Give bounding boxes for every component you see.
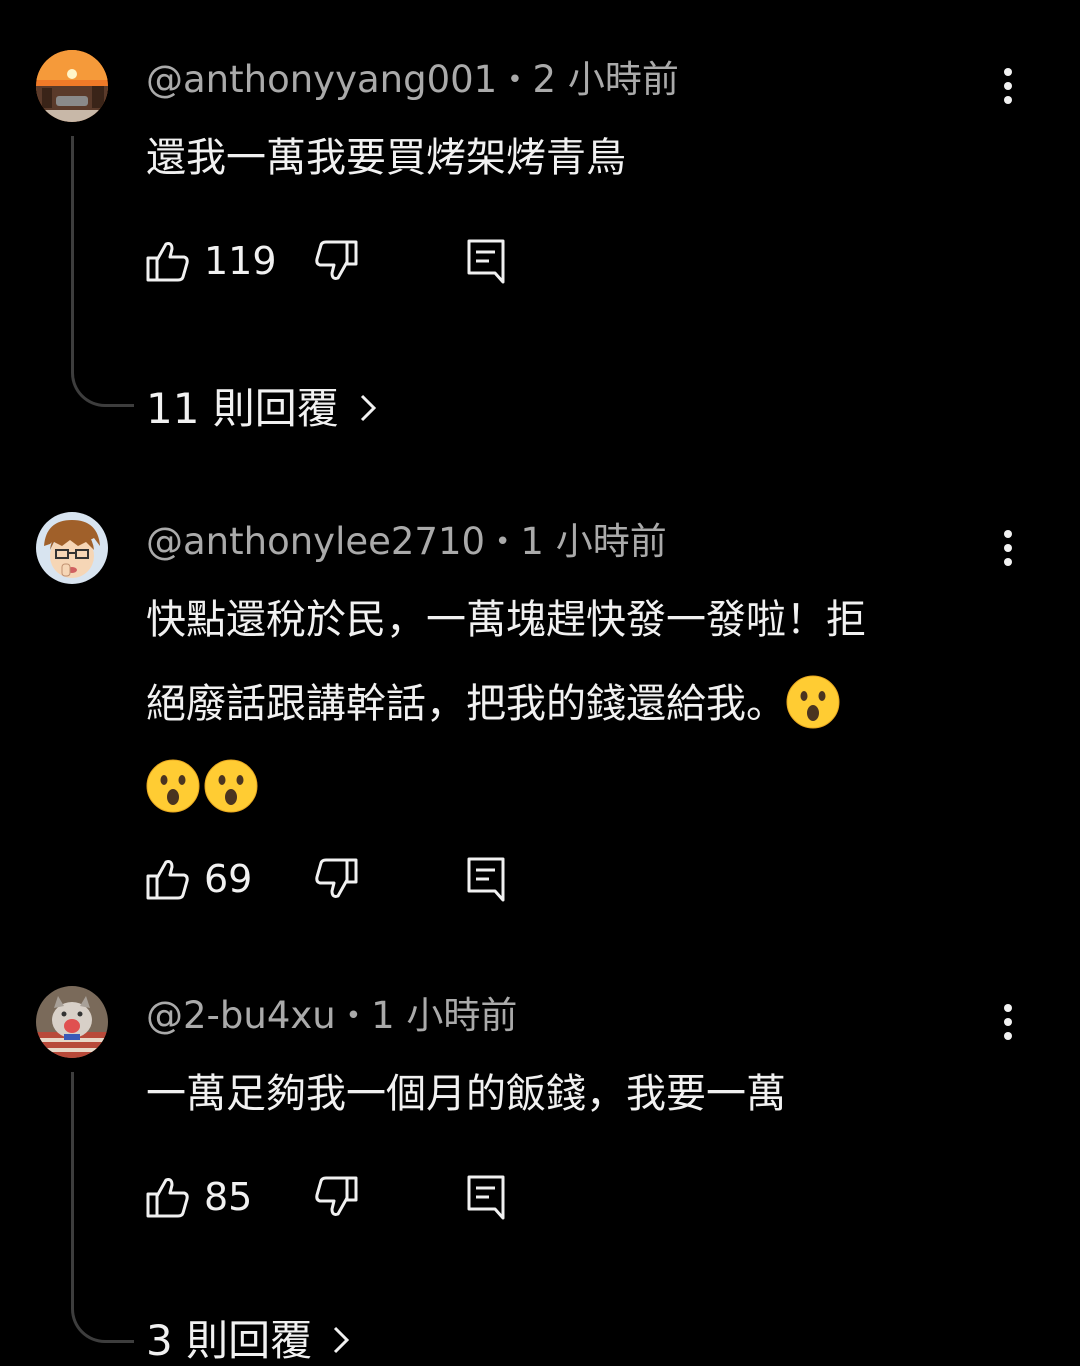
comment-meta: @2-bu4xu • 1 小時前 xyxy=(146,994,517,1038)
comment-text-line: 快點還稅於民，一萬塊趕快發一發啦！拒 xyxy=(146,597,866,643)
like-count: 85 xyxy=(204,1175,253,1219)
comment-meta: @anthonyyang001 • 2 小時前 xyxy=(146,58,679,102)
comment-author[interactable]: @anthonyyang001 xyxy=(146,58,497,101)
view-replies-button[interactable]: 3 則回覆 xyxy=(146,1316,352,1366)
like-count: 69 xyxy=(204,857,253,901)
hushed-face-emoji xyxy=(786,674,840,729)
separator-dot: • xyxy=(495,527,511,557)
view-replies-button[interactable]: 11 則回覆 xyxy=(146,384,379,434)
replies-count: 11 則回覆 xyxy=(146,384,339,433)
more-vertical-icon[interactable] xyxy=(994,998,1022,1046)
comment-text-line-content: 絕廢話跟講幹話，把我的錢還給我。 xyxy=(146,681,786,727)
comment-time: 1 小時前 xyxy=(520,520,667,563)
more-vertical-icon[interactable] xyxy=(994,524,1022,572)
comment-author[interactable]: @2-bu4xu xyxy=(146,994,336,1037)
chevron-right-icon xyxy=(330,1316,352,1354)
reply-comment-icon[interactable] xyxy=(466,238,506,284)
comment-meta: @anthonylee2710 • 1 小時前 xyxy=(146,520,667,564)
separator-dot: • xyxy=(345,1001,362,1031)
comment-text: 一萬足夠我一個月的飯錢，我要一萬 xyxy=(146,1071,786,1117)
thumbs-down-icon[interactable] xyxy=(314,238,358,284)
avatar[interactable] xyxy=(36,512,108,584)
comment-time: 2 小時前 xyxy=(532,58,679,101)
like-count: 119 xyxy=(204,239,277,283)
comment-text-line xyxy=(146,758,1026,818)
thread-line xyxy=(71,1072,134,1343)
more-vertical-icon[interactable] xyxy=(994,62,1022,110)
thumbs-up-icon[interactable] xyxy=(146,856,190,902)
hushed-face-emoji xyxy=(146,759,200,813)
replies-count: 3 則回覆 xyxy=(146,1316,313,1365)
comment-text: 快點還稅於民，一萬塊趕快發一發啦！拒 絕廢話跟講幹話，把我的錢還給我。 xyxy=(146,578,1026,818)
thumbs-down-icon[interactable] xyxy=(314,1174,358,1220)
avatar[interactable] xyxy=(36,50,108,122)
thumbs-up-icon[interactable] xyxy=(146,1174,190,1220)
thread-line xyxy=(71,136,134,407)
reply-comment-icon[interactable] xyxy=(466,856,506,902)
thumbs-up-icon[interactable] xyxy=(146,238,190,284)
comment-text-line: 絕廢話跟講幹話，把我的錢還給我。 xyxy=(146,662,1026,746)
thumbs-down-icon[interactable] xyxy=(314,856,358,902)
comment-author[interactable]: @anthonylee2710 xyxy=(146,520,485,563)
comment-time: 1 小時前 xyxy=(371,994,518,1037)
chevron-right-icon xyxy=(357,384,379,422)
hushed-face-emoji xyxy=(204,759,258,813)
separator-dot: • xyxy=(507,65,523,95)
comment-text: 還我一萬我要買烤架烤青鳥 xyxy=(146,135,626,181)
avatar[interactable] xyxy=(36,986,108,1058)
reply-comment-icon[interactable] xyxy=(466,1174,506,1220)
